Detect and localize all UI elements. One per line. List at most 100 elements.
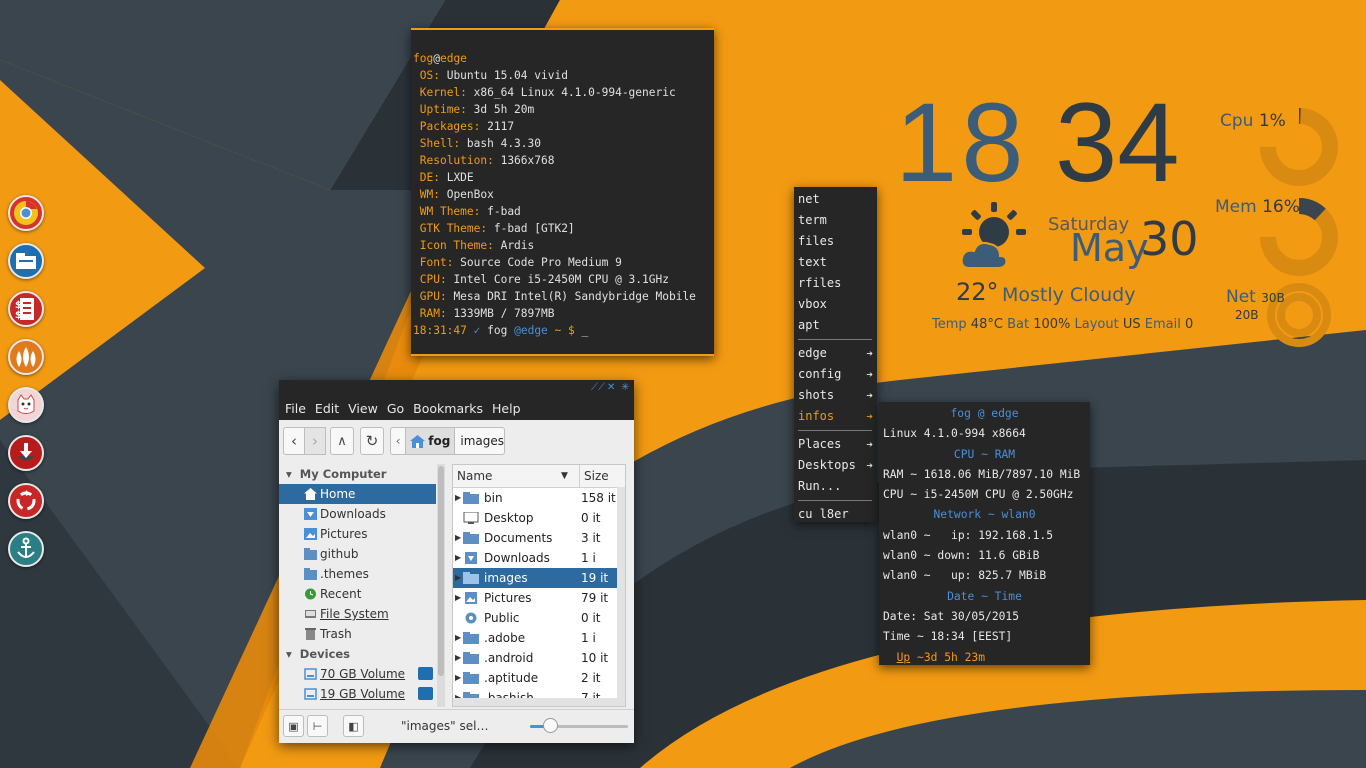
expander-arrow-icon[interactable]: ▶ (455, 628, 461, 648)
anchor-icon[interactable] (8, 531, 44, 567)
terminal-prompt[interactable]: 18:31:47 ✓ fog @edge ~ $ _ (413, 322, 714, 339)
minimize-icon[interactable]: ⟋⟋ (591, 382, 605, 393)
file-row[interactable]: ▶ .aptitude 2 it (453, 668, 625, 688)
sidebar-item-downloads[interactable]: Downloads (279, 504, 436, 524)
zoom-slider[interactable] (530, 718, 628, 733)
menu-item-shots[interactable]: shots ➔ (794, 385, 877, 406)
sidebar-header-devices[interactable]: ▾ Devices (279, 644, 436, 664)
column-name[interactable]: Name (457, 465, 492, 487)
menu-help[interactable]: Help (492, 401, 521, 416)
close-icon[interactable]: ✳ (621, 382, 629, 393)
menu-edit[interactable]: Edit (315, 401, 339, 416)
tree-view-button[interactable]: ⊢ (307, 715, 328, 737)
breadcrumb-back-icon[interactable]: ‹ (391, 434, 405, 448)
terminal-line: Resolution: 1366x768 (413, 152, 714, 169)
expander-arrow-icon[interactable]: ▶ (455, 568, 461, 588)
menu-item-apt[interactable]: apt (794, 315, 877, 336)
file-row[interactable]: ▶ Documents 3 it (453, 528, 625, 548)
menu-item-edge[interactable]: edge ➔ (794, 343, 877, 364)
sidebar-scrollbar[interactable] (437, 464, 445, 707)
sidebar-places-button[interactable]: ▣ (283, 715, 304, 737)
cpu-gauge-label: Cpu 1% (1220, 111, 1286, 131)
breadcrumb-images[interactable]: images (455, 434, 504, 448)
menu-item-cu-l8er[interactable]: cu l8er (794, 504, 877, 525)
eject-icon[interactable] (418, 687, 433, 700)
menu-item-label: text (798, 255, 827, 269)
up-button[interactable]: ∧ (330, 427, 354, 455)
device-item[interactable]: 19 GB Volume (279, 684, 436, 704)
forward-button[interactable]: › (304, 427, 326, 455)
menu-bookmarks[interactable]: Bookmarks (413, 401, 483, 416)
recycle-icon[interactable] (8, 483, 44, 519)
file-list-hscrollbar[interactable] (453, 698, 625, 706)
menu-item-label: Desktops (798, 458, 856, 472)
email-label: Email (1144, 317, 1181, 332)
fm-sidebar: ▾ My Computer Home Downloads Pictures githu… (279, 464, 445, 707)
fm-titlebar[interactable]: ⟋⟋ ✕ ✳ (279, 380, 634, 398)
flames-icon[interactable] (8, 339, 44, 375)
menu-item-desktops[interactable]: Desktops ➔ (794, 455, 877, 476)
sysinfo-uptime[interactable]: Up ~3d 5h 23m (883, 648, 1090, 668)
menu-item-config[interactable]: config ➔ (794, 364, 877, 385)
menu-item-net[interactable]: net (794, 189, 877, 210)
file-row[interactable]: ▶ Downloads 1 i (453, 548, 625, 568)
expander-arrow-icon[interactable]: ▶ (455, 548, 461, 568)
file-row[interactable]: ▶ bin 158 it (453, 488, 625, 508)
expander-arrow-icon[interactable]: ▶ (455, 488, 461, 508)
menu-item-files[interactable]: files (794, 231, 877, 252)
expander-arrow-icon[interactable]: ▶ (455, 588, 461, 608)
menu-item-term[interactable]: term (794, 210, 877, 231)
sidebar-item-github[interactable]: github (279, 544, 436, 564)
expander-arrow-icon[interactable]: ▶ (455, 668, 461, 688)
file-row[interactable]: ▶ Pictures 79 it (453, 588, 625, 608)
sidebar-item-themes[interactable]: .themes (279, 564, 436, 584)
file-row[interactable]: ▶ .android 10 it (453, 648, 625, 668)
device-item[interactable]: 70 GB Volume (279, 664, 436, 684)
menu-item-vbox[interactable]: vbox (794, 294, 877, 315)
file-row[interactable]: ▶ .adobe 1 i (453, 628, 625, 648)
clock-widget: 18 34 (895, 78, 1215, 205)
terminal-line: Font: Source Code Pro Medium 9 (413, 254, 714, 271)
fm-statusbar: ▣ ⊢ ◧ "images" sel… (279, 709, 634, 743)
sidebar-item-home[interactable]: Home (279, 484, 436, 504)
file-list-vscrollbar[interactable] (617, 487, 625, 706)
maximize-icon[interactable]: ✕ (607, 382, 615, 393)
sidebar-scroll-thumb[interactable] (438, 466, 444, 676)
close-sidebar-button[interactable]: ◧ (343, 715, 364, 737)
spreadsheet-icon[interactable]: $ $ (8, 291, 44, 327)
sysinfo-down: wlan0 ~ down: 11.6 GBiB (883, 549, 1040, 563)
sidebar-item-trash[interactable]: Trash (279, 624, 436, 644)
eject-icon[interactable] (418, 667, 433, 680)
menu-view[interactable]: View (348, 401, 378, 416)
menu-file[interactable]: File (285, 401, 306, 416)
breadcrumb-home[interactable]: fog (405, 428, 456, 454)
sort-down-icon[interactable]: ▼ (561, 465, 568, 487)
menu-item-label: rfiles (798, 276, 842, 290)
download-icon[interactable] (8, 435, 44, 471)
expander-arrow-icon[interactable]: ▶ (455, 528, 461, 548)
sidebar-header-my-computer[interactable]: ▾ My Computer (279, 464, 436, 484)
menu-go[interactable]: Go (387, 401, 404, 416)
file-manager-icon[interactable] (8, 243, 44, 279)
menu-item-rfiles[interactable]: rfiles (794, 273, 877, 294)
sidebar-item-file-system[interactable]: File System (279, 604, 436, 624)
menu-item-run[interactable]: Run... (794, 476, 877, 497)
net-down: 20B (1235, 308, 1259, 322)
terminal-window[interactable]: fog@edge OS: Ubuntu 15.04 vivid Kernel: … (411, 28, 714, 356)
chromium-icon[interactable] (8, 195, 44, 231)
sidebar-item-pictures[interactable]: Pictures (279, 524, 436, 544)
file-row[interactable]: ▶ images 19 it (453, 568, 625, 588)
zoom-slider-handle[interactable] (542, 718, 558, 733)
cat-icon[interactable] (8, 387, 44, 423)
back-button[interactable]: ‹ (283, 427, 305, 455)
file-row[interactable]: Public 0 it (453, 608, 625, 628)
column-size[interactable]: Size (579, 465, 609, 487)
menu-item-text[interactable]: text (794, 252, 877, 273)
reload-button[interactable]: ↻ (360, 427, 384, 455)
sidebar-item-recent[interactable]: Recent (279, 584, 436, 604)
file-row[interactable]: Desktop 0 it (453, 508, 625, 528)
menu-item-places[interactable]: Places ➔ (794, 434, 877, 455)
file-name: bin (484, 491, 503, 505)
menu-item-infos[interactable]: infos ➔ (794, 406, 877, 427)
expander-arrow-icon[interactable]: ▶ (455, 648, 461, 668)
